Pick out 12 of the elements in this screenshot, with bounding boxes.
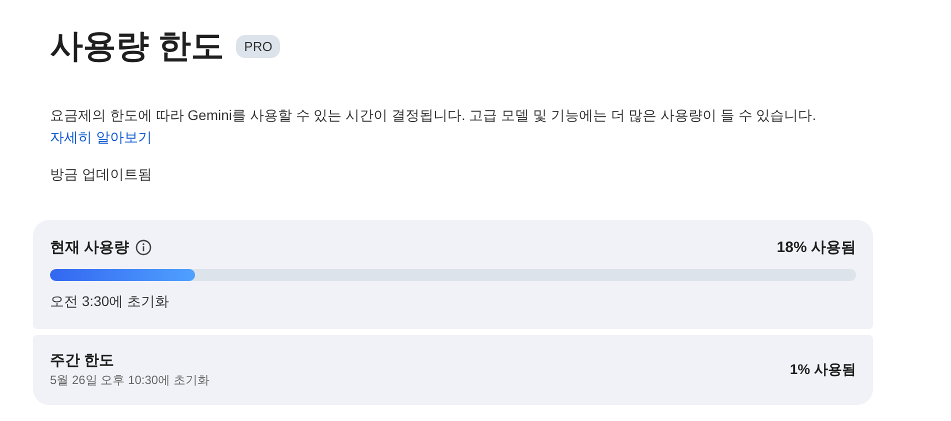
- reset-time: 5월 26일 오후 10:30에 초기화: [50, 372, 210, 389]
- page-title: 사용량 한도: [50, 26, 224, 66]
- limit-label: 주간 한도: [50, 351, 116, 370]
- usage-percent: 1% 사용됨: [790, 361, 856, 379]
- learn-more-link[interactable]: 자세히 알아보기: [50, 129, 152, 145]
- updated-status: 방금 업데이트됨: [49, 166, 153, 184]
- info-icon[interactable]: [135, 239, 152, 256]
- plan-badge: PRO: [236, 34, 280, 58]
- limit-label: 현재 사용량: [50, 238, 130, 257]
- usage-percent: 18% 사용됨: [776, 238, 856, 257]
- reset-time: 오전 3:30에 초기화: [50, 293, 170, 311]
- description-text: 요금제의 한도에 따라 Gemini를 사용할 수 있는 시간이 결정됩니다. 고급 모델 및 기능에는 더 많은 사용량이 들 수 있습니다. 자세히 알아보기: [49, 106, 818, 147]
